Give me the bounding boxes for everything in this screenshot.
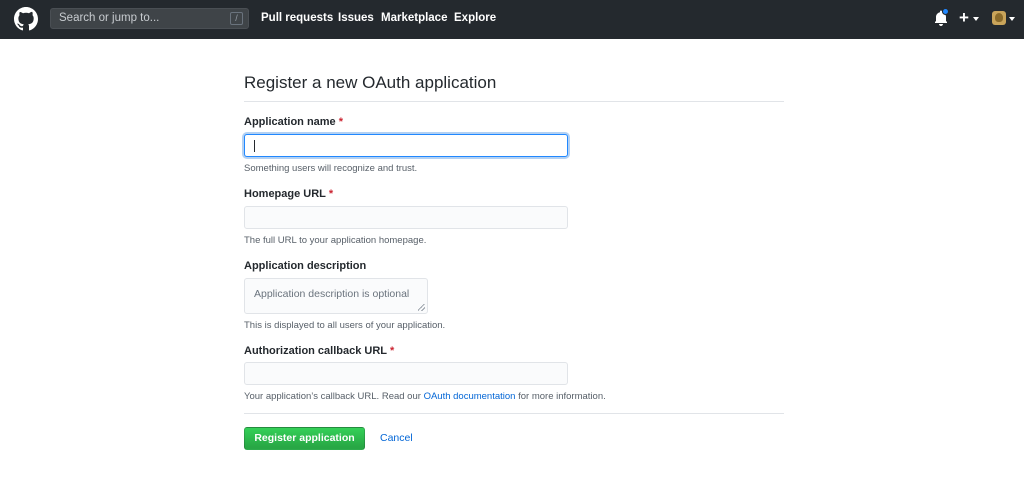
github-logo-icon[interactable] <box>14 7 38 31</box>
callback-note-after: for more information. <box>515 391 606 402</box>
top-header: Search or jump to... / Pull requests Iss… <box>0 0 1024 39</box>
title-divider <box>244 101 784 102</box>
callback-label: Authorization callback URL * <box>244 345 394 357</box>
form-divider <box>244 413 784 414</box>
description-placeholder: Application description is optional <box>254 288 410 300</box>
homepage-label-text: Homepage URL <box>244 188 326 200</box>
chevron-down-icon[interactable] <box>1009 17 1015 21</box>
plus-icon[interactable]: + <box>959 9 969 26</box>
callback-note: Your application’s callback URL. Read ou… <box>244 391 606 402</box>
nav-marketplace[interactable]: Marketplace <box>381 12 447 24</box>
callback-url-field[interactable] <box>244 362 568 385</box>
search-placeholder: Search or jump to... <box>59 12 160 24</box>
text-cursor <box>254 140 255 152</box>
avatar[interactable] <box>992 11 1006 25</box>
search-input[interactable]: Search or jump to... / <box>50 8 249 29</box>
app-name-field[interactable] <box>244 134 568 157</box>
homepage-note: The full URL to your application homepag… <box>244 235 427 246</box>
homepage-label: Homepage URL * <box>244 188 333 200</box>
description-textarea[interactable]: Application description is optional <box>244 278 428 314</box>
notification-indicator <box>942 8 949 15</box>
callback-label-text: Authorization callback URL <box>244 345 388 357</box>
nav-issues[interactable]: Issues <box>338 12 374 24</box>
app-name-label-text: Application name <box>244 116 336 128</box>
nav-pull-requests[interactable]: Pull requests <box>261 12 333 24</box>
chevron-down-icon[interactable] <box>973 17 979 21</box>
search-shortcut-hint: / <box>230 12 243 25</box>
callback-note-before: Your application’s callback URL. Read ou… <box>244 391 424 402</box>
homepage-url-field[interactable] <box>244 206 568 229</box>
resize-grip-icon[interactable] <box>418 304 425 311</box>
app-name-note: Something users will recognize and trust… <box>244 163 418 174</box>
oauth-documentation-link[interactable]: OAuth documentation <box>424 391 516 402</box>
nav-explore[interactable]: Explore <box>454 12 496 24</box>
register-application-button[interactable]: Register application <box>244 427 365 450</box>
page-title: Register a new OAuth application <box>244 73 497 92</box>
cancel-link[interactable]: Cancel <box>380 432 413 444</box>
required-marker: * <box>328 188 334 200</box>
description-note: This is displayed to all users of your a… <box>244 320 446 331</box>
description-label: Application description <box>244 260 366 272</box>
required-marker: * <box>390 345 395 357</box>
required-marker: * <box>338 116 343 128</box>
description-label-text: Application description <box>244 260 367 272</box>
app-name-label: Application name * <box>244 116 343 128</box>
